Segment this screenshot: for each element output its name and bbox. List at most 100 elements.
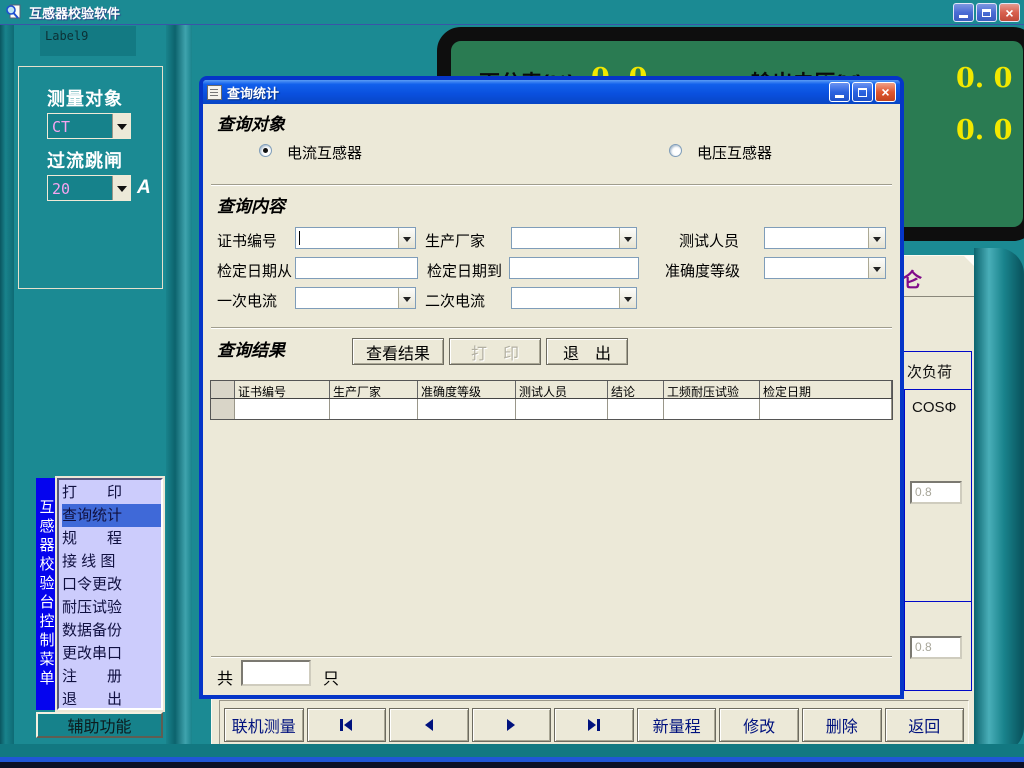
menu-item-data-backup[interactable]: 数据备份 [62, 619, 161, 642]
overcurrent-trip-value: 20 [48, 176, 112, 200]
cos-phi-label: COSΦ [912, 399, 956, 416]
col-withstand-test[interactable]: 工频耐压试验 [664, 381, 760, 398]
primary-current-value[interactable] [296, 288, 398, 308]
cos-phi-value-bottom[interactable]: 0.8 [910, 636, 962, 659]
skip-last-icon [586, 718, 602, 732]
col-accuracy[interactable]: 准确度等级 [418, 381, 516, 398]
accuracy-value[interactable] [765, 258, 868, 278]
nav-prev-button[interactable] [389, 708, 469, 742]
cert-number-value[interactable] [296, 228, 398, 248]
chevron-down-icon[interactable] [868, 258, 885, 278]
total-count-input[interactable] [241, 660, 311, 686]
overcurrent-trip-combo[interactable]: 20 [47, 175, 131, 201]
new-range-button[interactable]: 新量程 [637, 708, 717, 742]
menu-item-query-stats[interactable]: 查询统计 [62, 504, 161, 527]
frame-bottom [0, 744, 1024, 758]
row-selector-header [211, 381, 235, 398]
menu-item-wiring-diagram[interactable]: 接 线 图 [62, 550, 161, 573]
primary-current-combo[interactable] [295, 287, 416, 309]
date-from-input[interactable] [295, 257, 418, 279]
measure-object-combo[interactable]: CT [47, 113, 131, 139]
print-button[interactable]: 打 印 [449, 338, 541, 365]
delete-button[interactable]: 删除 [802, 708, 882, 742]
cos-phi-value-top[interactable]: 0.8 [910, 481, 962, 504]
online-measure-button[interactable]: 联机测量 [224, 708, 304, 742]
conclusion-header-text: 仑 [902, 264, 922, 293]
secondary-burden-label: 次负荷 [907, 361, 952, 382]
menu-item-exit[interactable]: 退 出 [62, 688, 161, 711]
chevron-down-icon[interactable] [398, 288, 415, 308]
restore-button[interactable] [976, 3, 997, 22]
modify-button[interactable]: 修改 [719, 708, 799, 742]
dialog-maximize-button[interactable] [852, 82, 873, 102]
nav-first-button[interactable] [307, 708, 387, 742]
menu-item-register[interactable]: 注 册 [62, 665, 161, 688]
menu-item-print[interactable]: 打 印 [62, 481, 161, 504]
accuracy-combo[interactable] [764, 257, 886, 279]
screen-edge [0, 762, 1024, 768]
main-menu-list: 打 印 查询统计 规 程 接 线 图 口令更改 耐压试验 数据备份 更改串口 注… [57, 478, 163, 710]
close-button[interactable]: × [999, 3, 1020, 22]
window-title: 互感器校验软件 [29, 3, 120, 22]
frame-left [0, 25, 14, 758]
dialog-close-button[interactable]: × [875, 82, 896, 102]
chevron-down-icon[interactable] [619, 288, 636, 308]
tester-value[interactable] [765, 228, 868, 248]
date-to-input[interactable] [509, 257, 639, 279]
radio-current-transformer[interactable] [259, 144, 272, 157]
col-cal-date[interactable]: 检定日期 [760, 381, 892, 398]
main-titlebar[interactable]: 互感器校验软件 × [0, 0, 1024, 25]
menu-item-password-change[interactable]: 口令更改 [62, 573, 161, 596]
result-table: 证书编号 生产厂家 准确度等级 测试人员 结论 工频耐压试验 检定日期 [210, 380, 893, 420]
chevron-down-icon[interactable] [112, 114, 130, 138]
toolbar: 联机测量 新量程 修改 删除 返回 [224, 708, 964, 742]
col-cert-number[interactable]: 证书编号 [235, 381, 330, 398]
manufacturer-value[interactable] [512, 228, 619, 248]
grid-line [904, 389, 905, 691]
frame-right [974, 248, 1024, 753]
cert-number-combo[interactable] [295, 227, 416, 249]
secondary-current-combo[interactable] [511, 287, 637, 309]
tester-combo[interactable] [764, 227, 886, 249]
date-from-label: 检定日期从 [217, 260, 292, 281]
chevron-down-icon[interactable] [398, 228, 415, 248]
col-tester[interactable]: 测试人员 [516, 381, 608, 398]
chevron-down-icon[interactable] [112, 176, 130, 200]
label9-text: Label9 [45, 29, 88, 43]
exit-button[interactable]: 退 出 [546, 338, 628, 365]
lcd-volt-value: 0. 0 [956, 63, 1012, 94]
measure-object-value: CT [48, 114, 112, 138]
separator [211, 184, 892, 186]
nav-next-button[interactable] [472, 708, 552, 742]
col-conclusion[interactable]: 结论 [608, 381, 664, 398]
secondary-current-value[interactable] [512, 288, 619, 308]
header-divider [896, 296, 974, 297]
radio-voltage-transformer[interactable] [669, 144, 682, 157]
dialog-title: 查询统计 [227, 83, 279, 102]
nav-last-button[interactable] [554, 708, 634, 742]
radio-voltage-transformer-label[interactable]: 电压互感器 [697, 142, 772, 163]
chevron-down-icon[interactable] [619, 228, 636, 248]
dialog-titlebar[interactable]: 查询统计 [203, 80, 900, 104]
return-button[interactable]: 返回 [885, 708, 965, 742]
menu-item-regulation[interactable]: 规 程 [62, 527, 161, 550]
query-result-header: 查询结果 [217, 336, 285, 361]
query-statistics-dialog: 查询统计 × 查询对象 电流互感器 电压互感器 查询内容 证书编号 生产厂家 测… [199, 76, 904, 699]
menu-item-withstand-test[interactable]: 耐压试验 [62, 596, 161, 619]
row-selector-cell[interactable] [211, 399, 235, 419]
separator [211, 327, 892, 329]
table-row[interactable] [211, 399, 892, 419]
minimize-button[interactable] [953, 3, 974, 22]
radio-current-transformer-label[interactable]: 电流互感器 [287, 142, 362, 163]
date-to-label: 检定日期到 [427, 260, 502, 281]
chevron-down-icon[interactable] [868, 228, 885, 248]
manufacturer-combo[interactable] [511, 227, 637, 249]
dialog-minimize-button[interactable] [829, 82, 850, 102]
minimize-icon [835, 95, 844, 98]
menu-item-serial-port[interactable]: 更改串口 [62, 642, 161, 665]
auxiliary-function-button[interactable]: 辅助功能 [36, 712, 163, 738]
next-icon [505, 718, 517, 732]
tester-label: 测试人员 [679, 230, 739, 251]
col-manufacturer[interactable]: 生产厂家 [330, 381, 418, 398]
view-results-button[interactable]: 查看结果 [352, 338, 444, 365]
